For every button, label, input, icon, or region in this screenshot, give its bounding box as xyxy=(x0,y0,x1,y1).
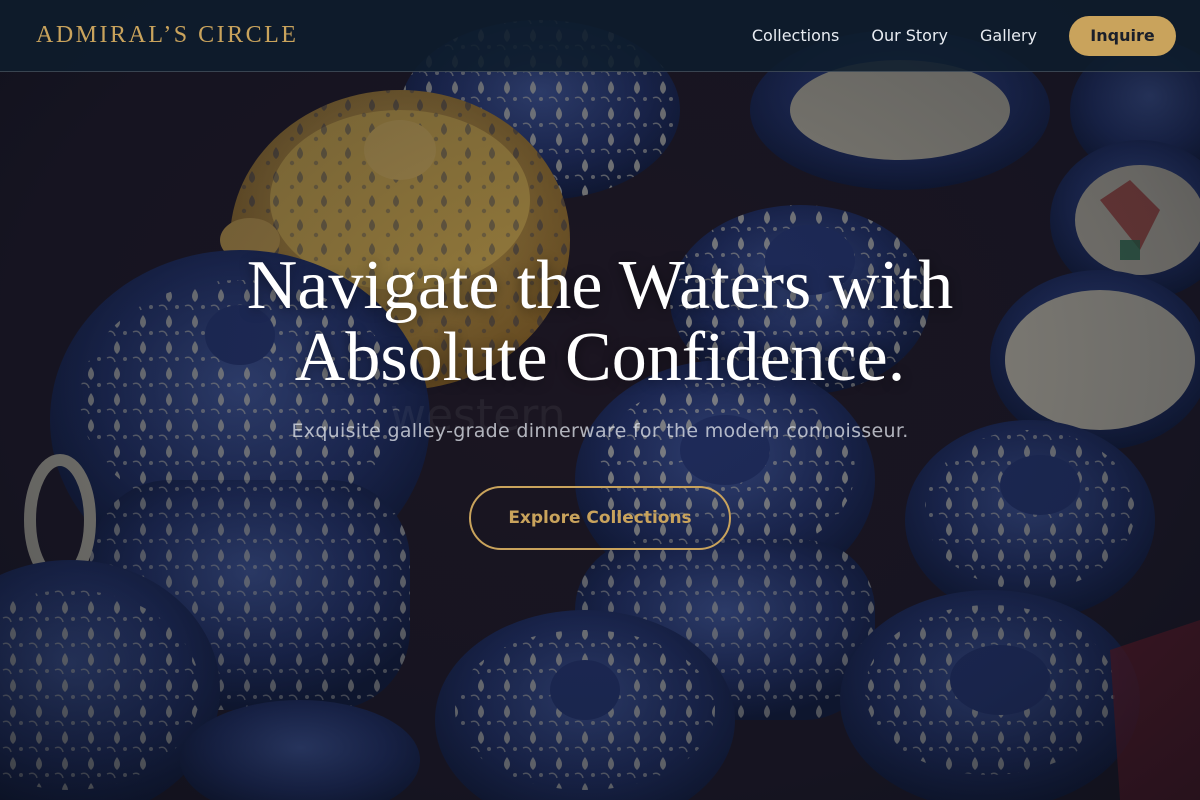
hero-section: Navigate the Waters with Absolute Confid… xyxy=(0,0,1200,800)
hero-title: Navigate the Waters with Absolute Confid… xyxy=(100,250,1100,394)
hero-title-line-1: Navigate the Waters with xyxy=(246,247,954,324)
hero-subtitle: Exquisite galley-grade dinnerware for th… xyxy=(291,420,909,442)
hero-title-line-2: Absolute Confidence. xyxy=(294,319,906,396)
explore-collections-button[interactable]: Explore Collections xyxy=(469,486,731,550)
